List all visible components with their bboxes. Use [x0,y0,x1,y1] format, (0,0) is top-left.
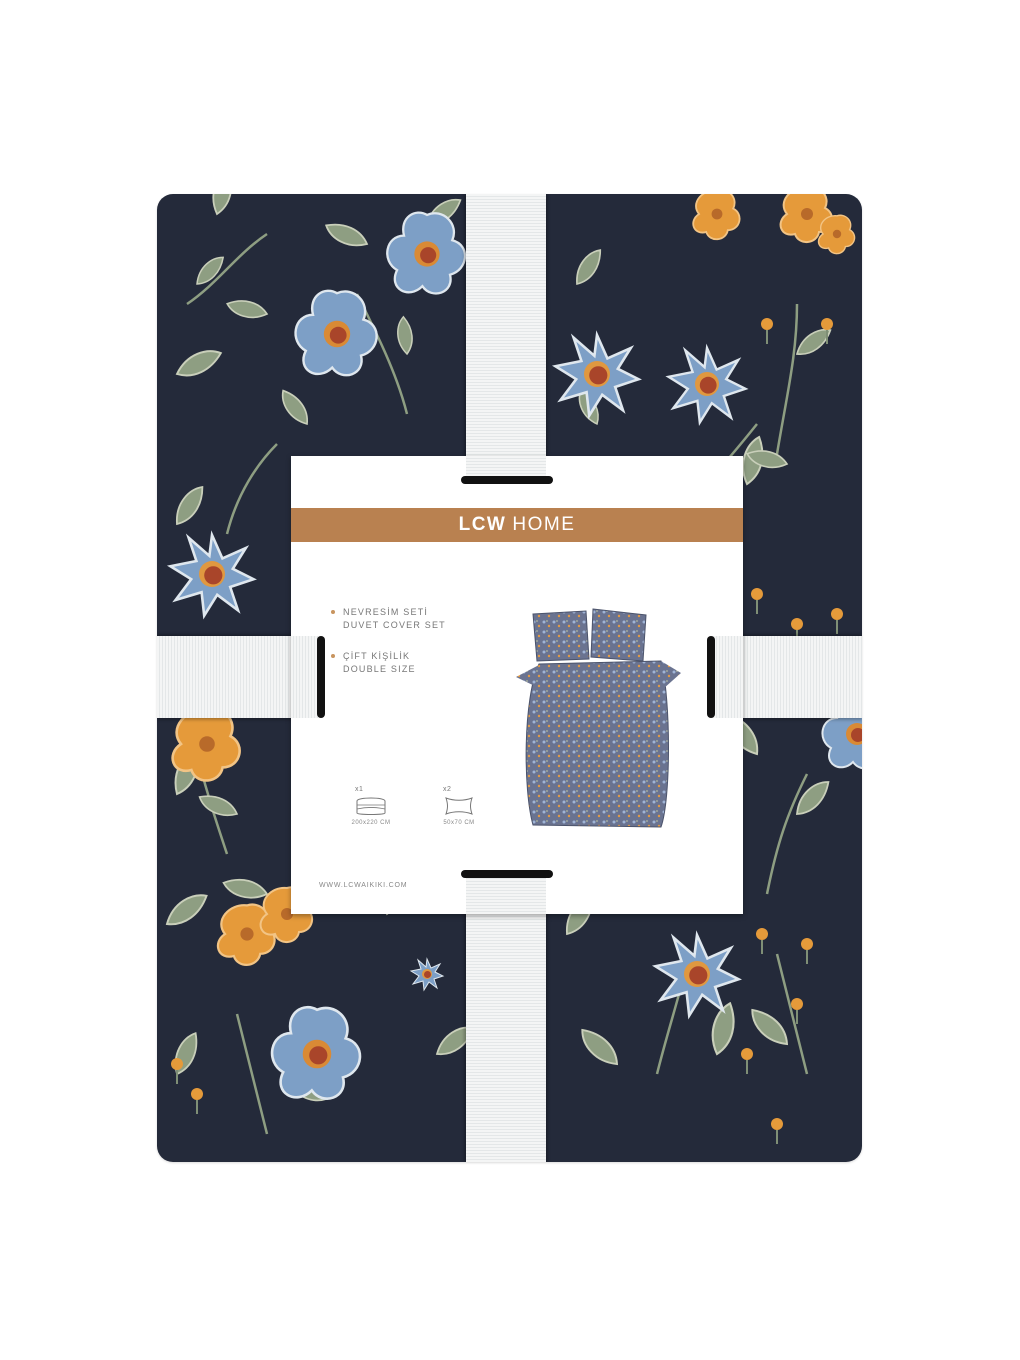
brand-name-light: HOME [512,514,576,535]
product-type-en: DUVET COVER SET [343,620,446,630]
ribbon-slot-bottom [461,870,553,878]
product-type-tr: NEVRESİM SETİ [343,607,429,617]
pillow-icon [445,797,473,815]
pillow-size: 50x70 CM [443,820,475,826]
duvet-cover-set-package: LCW HOME NEVRESİM SETİ DUVET COVER SET Ç… [157,194,862,1162]
product-type: NEVRESİM SETİ DUVET COVER SET [331,606,491,632]
product-description: NEVRESİM SETİ DUVET COVER SET ÇİFT KİŞİL… [331,606,491,694]
package-contents: x1 200x220 CM x2 50x70 CM [341,786,489,826]
bullet-dot [331,654,335,658]
pillow-count: x2 [443,786,452,793]
duvet-count: x1 [355,786,364,793]
card-ribbon-top [466,456,546,476]
ribbon-slot-top [461,476,553,484]
duvet-icon [356,797,386,815]
ribbon-slot-left [317,636,325,718]
website-url: WWW.LCWAIKIKI.COM [319,882,408,889]
contents-pillow: x2 50x70 CM [429,786,489,826]
product-size-tr: ÇİFT KİŞİLİK [343,651,411,661]
product-label-card: LCW HOME NEVRESİM SETİ DUVET COVER SET Ç… [291,456,743,914]
product-size: ÇİFT KİŞİLİK DOUBLE SIZE [331,650,491,676]
ribbon-slot-right [707,636,715,718]
contents-duvet: x1 200x220 CM [341,786,401,826]
duvet-size: 200x220 CM [351,820,391,826]
brand-bar: LCW HOME [291,508,743,542]
bedding-illustration [516,608,681,828]
brand-name-bold: LCW [458,514,507,535]
card-ribbon-bottom [466,876,546,914]
product-size-en: DOUBLE SIZE [343,664,416,674]
bullet-dot [331,610,335,614]
card-ribbon-right [711,636,743,718]
